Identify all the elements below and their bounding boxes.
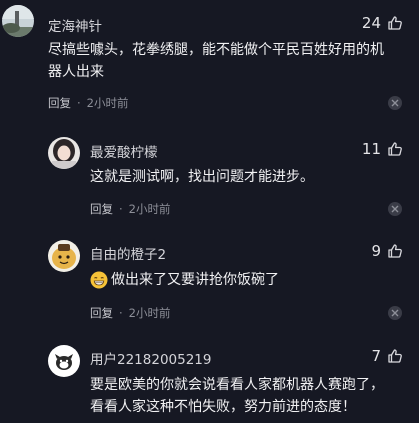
more-options-icon[interactable] bbox=[387, 305, 403, 321]
username[interactable]: 定海神针 bbox=[48, 15, 102, 35]
reply-button[interactable]: 回复 bbox=[90, 201, 113, 217]
comment-meta: 回复 · 2小时前 bbox=[48, 95, 128, 111]
comment-text-line: 看看人家这种不怕失败，努力前进的态度！ bbox=[90, 399, 356, 415]
separator-dot: · bbox=[77, 96, 81, 110]
reply-button[interactable]: 回复 bbox=[48, 95, 71, 111]
landscape-avatar[interactable] bbox=[2, 5, 34, 37]
comment-text: 这就是测试啊，找出问题才能进步。 bbox=[90, 169, 314, 185]
comment-meta: 回复 · 2小时前 bbox=[90, 305, 170, 321]
timestamp: 2小时前 bbox=[86, 96, 129, 110]
timestamp: 2小时前 bbox=[128, 306, 171, 320]
comment-text: 做出来了又要讲抢你饭碗了 bbox=[111, 272, 279, 288]
more-options-icon[interactable] bbox=[387, 201, 403, 217]
username[interactable]: 最爱酸柠檬 bbox=[90, 141, 158, 161]
separator-dot: · bbox=[119, 202, 123, 216]
default-avatar[interactable] bbox=[48, 345, 80, 377]
comment-meta: 回复 · 2小时前 bbox=[90, 201, 170, 217]
username[interactable]: 自由的橙子2 bbox=[90, 243, 166, 263]
thumbs-up-icon bbox=[387, 15, 403, 31]
like-count: 9 bbox=[371, 242, 381, 260]
like-button[interactable]: 11 bbox=[362, 140, 403, 158]
like-button[interactable]: 9 bbox=[371, 242, 403, 260]
comment-text-line: 器人出来 bbox=[48, 64, 104, 80]
thumbs-up-icon bbox=[387, 243, 403, 259]
timestamp: 2小时前 bbox=[128, 202, 171, 216]
girl-avatar[interactable] bbox=[48, 137, 80, 169]
thumbs-up-icon bbox=[387, 348, 403, 364]
like-button[interactable]: 24 bbox=[362, 14, 403, 32]
like-count: 11 bbox=[361, 140, 381, 158]
grin-emoji bbox=[90, 271, 108, 289]
username[interactable]: 用户22182005219 bbox=[90, 348, 211, 368]
comment-text-line: 要是欧美的你就会说看看人家都机器人赛跑了， bbox=[90, 377, 384, 393]
separator-dot: · bbox=[119, 306, 123, 320]
more-options-icon[interactable] bbox=[387, 95, 403, 111]
cartoon-avatar[interactable] bbox=[48, 240, 80, 272]
thumbs-up-icon bbox=[387, 141, 403, 157]
like-button[interactable]: 7 bbox=[371, 347, 403, 365]
like-count: 24 bbox=[361, 14, 381, 32]
comment-text-line: 尽搞些噱头，花拳绣腿，能不能做个平民百姓好用的机 bbox=[48, 42, 384, 58]
reply-button[interactable]: 回复 bbox=[90, 305, 113, 321]
like-count: 7 bbox=[371, 347, 381, 365]
